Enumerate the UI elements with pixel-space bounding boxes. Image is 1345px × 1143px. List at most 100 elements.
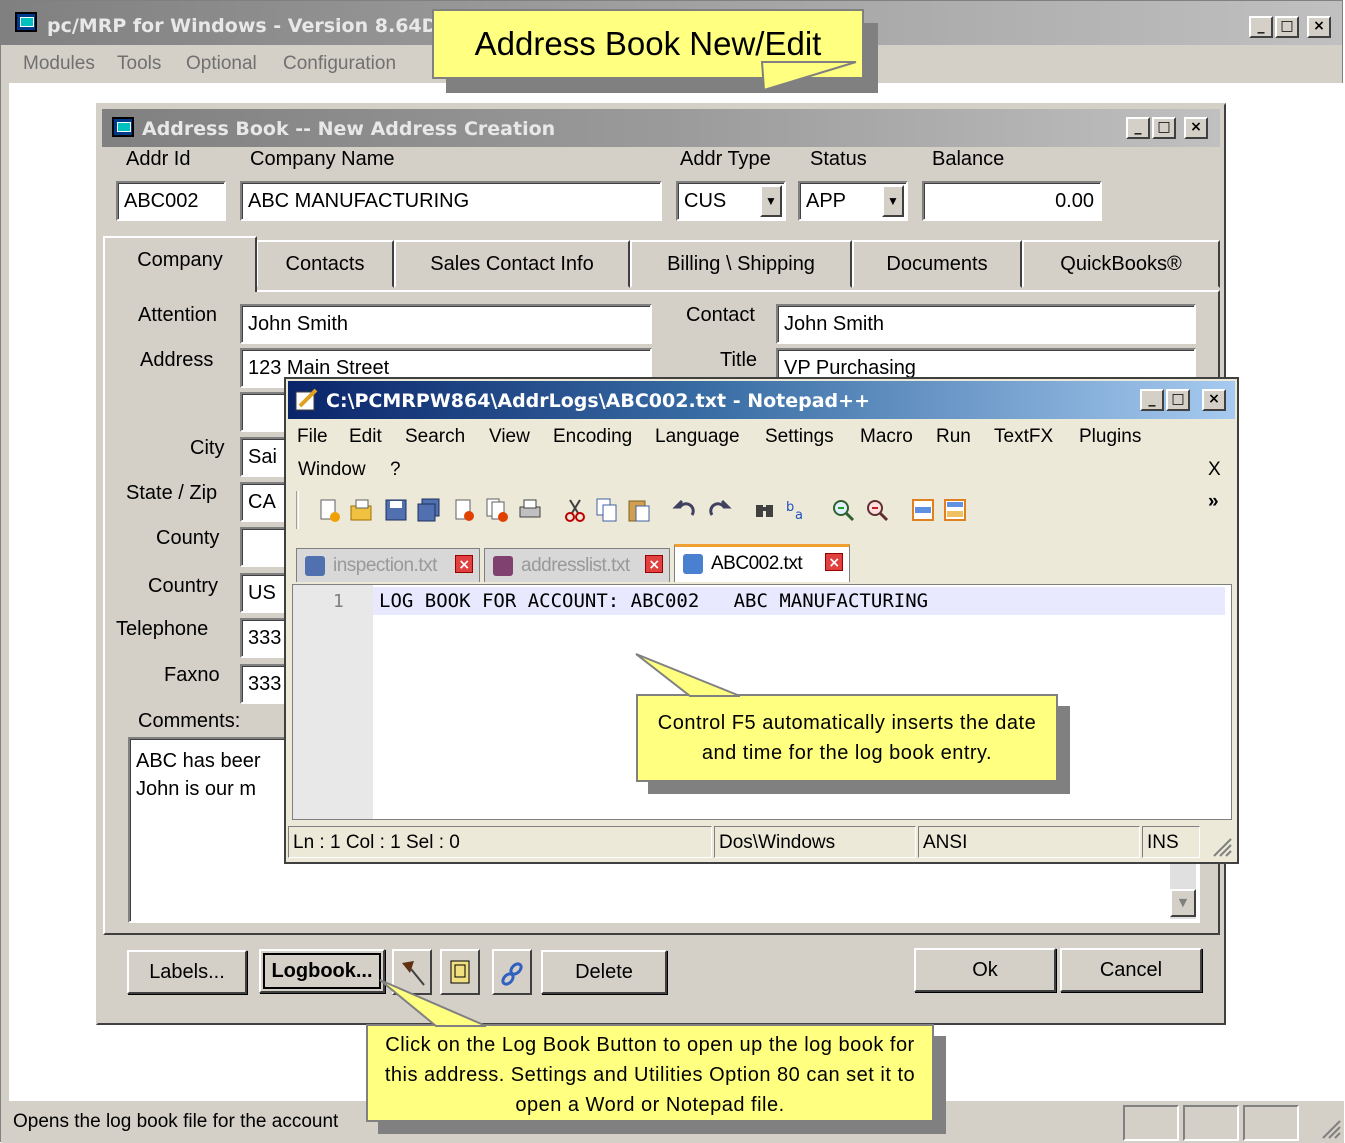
maximize-icon[interactable]: □ [1166,389,1190,411]
npp-menu-encoding[interactable]: Encoding [553,426,632,448]
tab-documents[interactable]: Documents [852,240,1022,288]
save-all-icon[interactable] [416,497,442,523]
npp-menu-window[interactable]: Window [298,459,366,481]
svg-text:b: b [786,500,794,515]
svg-text:a: a [795,508,803,523]
npp-menu-search[interactable]: Search [405,426,465,448]
sync-horizontal-icon[interactable] [942,497,968,523]
minimize-icon[interactable]: _ [1249,16,1273,38]
npp-menu-macro[interactable]: Macro [860,426,913,448]
city-label: City [190,437,225,459]
npp-menu-edit[interactable]: Edit [349,426,382,448]
tab-contacts[interactable]: Contacts [256,240,394,288]
status-value: APP [806,190,847,212]
ctrl-f5-callout: Control F5 automatically inserts the dat… [636,694,1058,782]
attention-label: Attention [138,304,217,326]
chevron-down-icon[interactable]: ▼ [760,185,782,217]
npp-menu-plugins[interactable]: Plugins [1079,426,1141,448]
state-zip-label: State / Zip [126,482,218,504]
npp-status-position: Ln : 1 Col : 1 Sel : 0 [288,826,712,858]
status-panel [1183,1105,1239,1141]
contact-label: Contact [686,304,755,326]
npp-menu-textfx[interactable]: TextFX [994,426,1053,448]
close-all-icon[interactable] [484,497,510,523]
cancel-button[interactable]: Cancel [1060,948,1202,992]
toolbar-overflow-icon[interactable]: » [1208,491,1219,513]
npp-menu-run[interactable]: Run [936,426,971,448]
tab-close-icon[interactable]: × [455,555,473,573]
npp-doc-close-icon[interactable]: X [1208,459,1221,481]
country-label: Country [148,575,219,597]
resize-grip-icon[interactable] [1319,1117,1341,1139]
tab-abc002[interactable]: ABC002.txt × [674,544,850,582]
npp-menu-view[interactable]: View [489,426,530,448]
npp-menu-language[interactable]: Language [655,426,740,448]
maximize-icon[interactable]: □ [1275,16,1299,38]
minimize-icon[interactable]: _ [1126,117,1150,139]
link-icon[interactable] [492,949,532,995]
delete-button[interactable]: Delete [541,950,667,994]
chevron-down-icon[interactable]: ▼ [1170,889,1196,917]
redo-icon[interactable] [706,497,732,523]
balance-input[interactable]: 0.00 [922,181,1102,221]
cut-icon[interactable] [562,497,588,523]
saved-file-icon [493,556,513,576]
tab-company[interactable]: Company [103,236,257,292]
paste-icon[interactable] [626,497,652,523]
npp-status-encoding: ANSI [918,826,1140,858]
company-name-input[interactable]: ABC MANUFACTURING [240,181,662,221]
faxno-label: Faxno [164,664,220,686]
main-title: pc/MRP for Windows - Version 8.64D [47,15,438,37]
close-file-icon[interactable] [451,497,477,523]
logbook-button[interactable]: Logbook... [259,949,385,993]
new-file-icon[interactable] [316,497,342,523]
tab-sales-contact-info[interactable]: Sales Contact Info [394,240,630,288]
undo-icon[interactable] [672,497,698,523]
tab-inspection[interactable]: inspection.txt × [296,548,480,582]
chevron-down-icon[interactable]: ▼ [882,185,904,217]
zoom-in-icon[interactable] [830,497,856,523]
menu-modules[interactable]: Modules [23,53,95,75]
replace-icon[interactable]: ba [784,497,810,523]
save-icon[interactable] [383,497,409,523]
npp-menu-settings[interactable]: Settings [765,426,834,448]
tab-close-icon[interactable]: × [825,553,843,571]
tab-billing-shipping[interactable]: Billing \ Shipping [630,240,852,288]
line-number-margin [293,585,373,819]
logbook-callout: Click on the Log Book Button to open up … [366,1024,934,1122]
open-file-icon[interactable] [348,497,374,523]
close-icon[interactable]: × [1307,16,1331,38]
ok-button[interactable]: Ok [914,948,1056,992]
tab-close-icon[interactable]: × [645,555,663,573]
maximize-icon[interactable]: □ [1152,117,1176,139]
addr-id-input[interactable]: ABC002 [116,181,226,221]
npp-status-mode: INS [1142,826,1200,858]
app-icon [15,12,37,32]
copy-icon[interactable] [594,497,620,523]
editor-line-text: LOG BOOK FOR ACCOUNT: ABC002 ABC MANUFAC… [379,590,929,612]
close-icon[interactable]: × [1184,117,1208,139]
address-book-title: Address Book -- New Address Creation [142,118,556,140]
contact-input[interactable]: John Smith [776,304,1196,344]
zoom-out-icon[interactable] [864,497,890,523]
minimize-icon[interactable]: _ [1140,389,1164,411]
tab-quickbooks[interactable]: QuickBooks® [1022,240,1220,288]
notepad-titlebar: C:\PCMRPW864\AddrLogs\ABC002.txt - Notep… [288,381,1235,419]
menu-optional[interactable]: Optional [186,53,257,75]
resize-grip-icon[interactable] [1210,835,1232,857]
menu-configuration[interactable]: Configuration [283,53,396,75]
labels-button[interactable]: Labels... [127,950,247,994]
npp-menu-file[interactable]: File [297,426,328,448]
close-icon[interactable]: × [1202,389,1226,411]
company-name-label: Company Name [250,148,395,170]
menu-tools[interactable]: Tools [117,53,161,75]
npp-menu-help[interactable]: ? [390,459,401,481]
find-icon[interactable] [752,497,778,523]
tab-addresslist[interactable]: addresslist.txt × [484,548,670,582]
addr-type-select[interactable]: CUS ▼ [676,181,786,221]
balance-label: Balance [932,148,1005,170]
print-icon[interactable] [517,497,543,523]
attention-input[interactable]: John Smith [240,304,652,344]
sync-vertical-icon[interactable] [910,497,936,523]
status-select[interactable]: APP ▼ [798,181,908,221]
